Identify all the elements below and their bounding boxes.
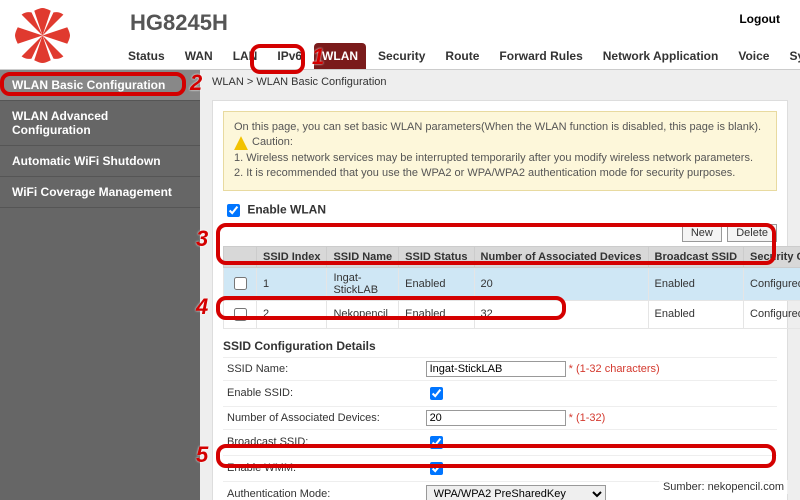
enable-wlan-checkbox[interactable] [227, 204, 240, 217]
tab-voice[interactable]: Voice [730, 43, 777, 69]
ssid-name-input[interactable] [426, 361, 566, 377]
tab-wan[interactable]: WAN [177, 43, 221, 69]
tab-route[interactable]: Route [437, 43, 487, 69]
table-row[interactable]: 2 Nekopencil Enabled 32 Enabled Configur… [224, 300, 800, 328]
col-ssid-index: SSID Index [257, 246, 327, 267]
auth-mode-select[interactable]: WPA/WPA2 PreSharedKey [426, 485, 606, 500]
broadcast-label: Broadcast SSID: [223, 429, 422, 455]
col-ssid-status: SSID Status [399, 246, 474, 267]
logout-link[interactable]: Logout [739, 12, 780, 26]
notice-line: On this page, you can set basic WLAN par… [234, 120, 766, 135]
sidebar-item-auto-wifi-shutdown[interactable]: Automatic WiFi Shutdown [0, 146, 200, 177]
assoc-hint: * (1-32) [569, 412, 606, 424]
tab-system-tools[interactable]: System Tools [781, 43, 800, 69]
ssid-name-label: SSID Name: [223, 357, 422, 380]
image-credit: Sumber: nekopencil.com [659, 480, 788, 494]
ssid-form: SSID Name: * (1-32 characters) Enable SS… [223, 357, 777, 500]
col-ssid-name: SSID Name [327, 246, 399, 267]
side-menu: WLAN Basic Configuration WLAN Advanced C… [0, 70, 200, 500]
tab-security[interactable]: Security [370, 43, 433, 69]
breadcrumb: WLAN > WLAN Basic Configuration [200, 70, 800, 94]
ssid-table: SSID Index SSID Name SSID Status Number … [223, 246, 800, 329]
tab-network-application[interactable]: Network Application [595, 43, 727, 69]
delete-button[interactable]: Delete [727, 224, 777, 242]
tab-forward-rules[interactable]: Forward Rules [491, 43, 590, 69]
caution-label: Caution: [252, 135, 293, 150]
broadcast-checkbox[interactable] [430, 436, 443, 449]
ssid-name-hint: * (1-32 characters) [569, 363, 660, 375]
col-assoc: Number of Associated Devices [474, 246, 648, 267]
auth-mode-label: Authentication Mode: [223, 481, 422, 500]
sidebar-item-wlan-basic[interactable]: WLAN Basic Configuration [0, 70, 200, 101]
notice-line: 2. It is recommended that you use the WP… [234, 166, 766, 181]
notice-line: 1. Wireless network services may be inte… [234, 151, 766, 166]
content-pane: WLAN > WLAN Basic Configuration On this … [200, 70, 800, 500]
sidebar-item-wlan-advanced[interactable]: WLAN Advanced Configuration [0, 101, 200, 146]
col-broadcast: Broadcast SSID [648, 246, 744, 267]
wmm-label: Enable WMM: [223, 455, 422, 481]
row-select-checkbox[interactable] [234, 277, 247, 290]
tab-wlan[interactable]: WLAN [314, 43, 366, 69]
top-nav: Status WAN LAN IPv6 WLAN Security Route … [120, 43, 800, 69]
assoc-input[interactable] [426, 410, 566, 426]
sidebar-item-wifi-coverage[interactable]: WiFi Coverage Management [0, 177, 200, 208]
assoc-label: Number of Associated Devices: [223, 406, 422, 429]
tab-ipv6[interactable]: IPv6 [269, 43, 310, 69]
model-title: HG8245H [130, 10, 228, 36]
header: HG8245H Logout Status WAN LAN IPv6 WLAN … [0, 0, 800, 70]
warning-icon [234, 136, 248, 150]
tab-status[interactable]: Status [120, 43, 173, 69]
enable-ssid-checkbox[interactable] [430, 387, 443, 400]
enable-wlan-label: Enable WLAN [247, 202, 326, 216]
enable-ssid-label: Enable SSID: [223, 380, 422, 406]
row-select-checkbox[interactable] [234, 308, 247, 321]
table-row[interactable]: 1 Ingat-StickLAB Enabled 20 Enabled Conf… [224, 267, 800, 300]
huawei-logo [15, 8, 70, 63]
details-heading: SSID Configuration Details [223, 335, 777, 357]
col-security: Security Configuration [744, 246, 800, 267]
new-button[interactable]: New [682, 224, 722, 242]
wmm-checkbox[interactable] [430, 462, 443, 475]
caution-box: On this page, you can set basic WLAN par… [223, 111, 777, 191]
tab-lan[interactable]: LAN [225, 43, 266, 69]
